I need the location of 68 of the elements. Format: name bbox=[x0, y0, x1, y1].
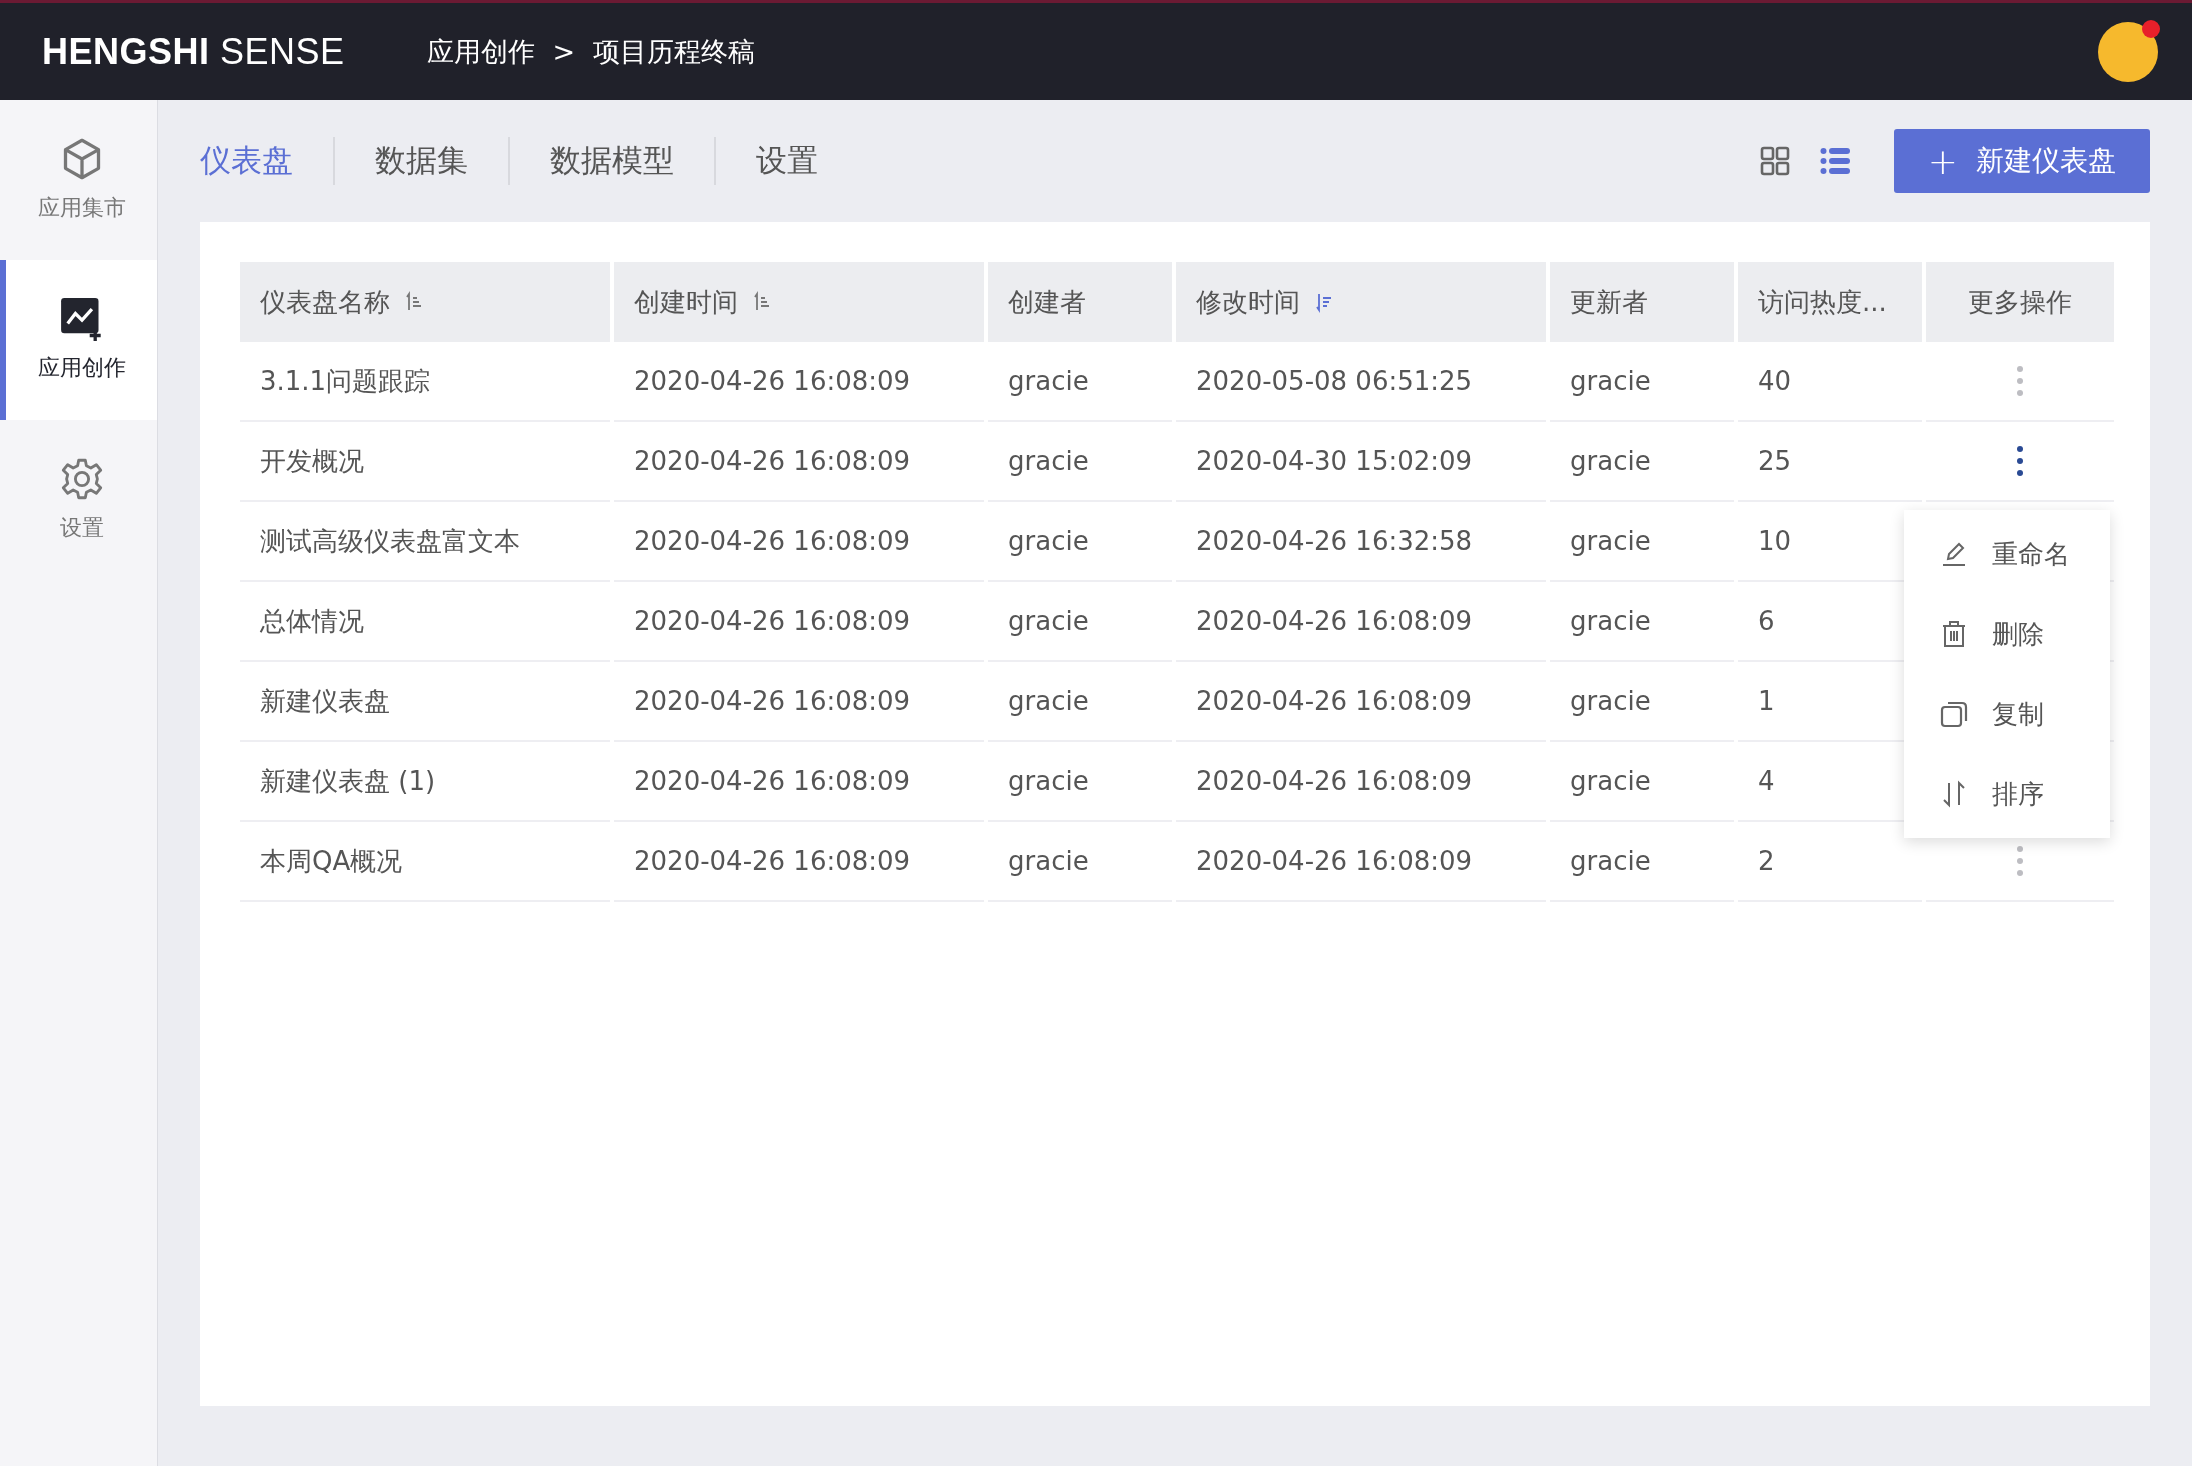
sort-icon[interactable] bbox=[754, 291, 770, 313]
table-cell: 2020-04-26 16:08:09 bbox=[614, 822, 984, 902]
trash-icon bbox=[1940, 620, 1968, 648]
table-cell: gracie bbox=[1550, 742, 1734, 822]
breadcrumb-separator: > bbox=[552, 36, 576, 67]
table-cell: 2020-04-26 16:08:09 bbox=[614, 502, 984, 582]
chart-add-icon bbox=[59, 297, 104, 341]
table-cell: 2020-04-26 16:08:09 bbox=[614, 662, 984, 742]
table-cell: gracie bbox=[1550, 582, 1734, 662]
pencil-icon bbox=[1940, 540, 1968, 568]
table-cell: gracie bbox=[988, 822, 1172, 902]
column-header: 创建者 bbox=[988, 262, 1172, 342]
column-header: 更新者 bbox=[1550, 262, 1734, 342]
table-cell: 3.1.1问题跟踪 bbox=[240, 342, 610, 422]
column-header: 访问热度... bbox=[1738, 262, 1922, 342]
table-cell: 开发概况 bbox=[240, 422, 610, 502]
table-cell: gracie bbox=[988, 582, 1172, 662]
table-cell: gracie bbox=[1550, 822, 1734, 902]
table-cell: 本周QA概况 bbox=[240, 822, 610, 902]
table-cell: 2020-04-26 16:08:09 bbox=[614, 742, 984, 822]
table-cell: 2020-05-08 06:51:25 bbox=[1176, 342, 1546, 422]
table-cell: gracie bbox=[988, 422, 1172, 502]
sort-icon[interactable] bbox=[406, 291, 422, 313]
sidebar-item[interactable]: 应用集市 bbox=[0, 100, 157, 260]
breadcrumb-item[interactable]: 项目历程终稿 bbox=[593, 33, 756, 70]
list-view-icon[interactable] bbox=[1819, 146, 1850, 176]
table-cell: 总体情况 bbox=[240, 582, 610, 662]
new-dashboard-button[interactable]: + 新建仪表盘 bbox=[1893, 129, 2150, 193]
table-cell: 2020-04-26 16:08:09 bbox=[1176, 742, 1546, 822]
sidebar-item[interactable]: 应用创作 bbox=[0, 260, 157, 420]
table-cell: gracie bbox=[988, 662, 1172, 742]
table-cell: gracie bbox=[1550, 342, 1734, 422]
copy-icon bbox=[1940, 700, 1968, 728]
column-header: 更多操作 bbox=[1926, 262, 2114, 342]
avatar-icon[interactable] bbox=[2098, 21, 2158, 82]
table-cell: 2020-04-26 16:32:58 bbox=[1176, 502, 1546, 582]
tab[interactable]: 数据集 bbox=[335, 140, 508, 182]
table-cell: gracie bbox=[1550, 422, 1734, 502]
table-cell: gracie bbox=[1550, 502, 1734, 582]
table-cell: 新建仪表盘 bbox=[240, 662, 610, 742]
column-header[interactable]: 修改时间 bbox=[1176, 262, 1546, 342]
column-header[interactable]: 仪表盘名称 bbox=[240, 262, 610, 342]
table-cell: 2020-04-26 16:08:09 bbox=[614, 582, 984, 662]
more-icon[interactable] bbox=[2016, 444, 2024, 478]
table-cell: gracie bbox=[988, 502, 1172, 582]
table-cell: 2020-04-26 16:08:09 bbox=[614, 342, 984, 422]
table-cell: gracie bbox=[988, 742, 1172, 822]
grid-view-icon[interactable] bbox=[1759, 146, 1790, 176]
sidebar-item[interactable]: 设置 bbox=[0, 420, 157, 580]
table-cell: 测试高级仪表盘富文本 bbox=[240, 502, 610, 582]
table-cell: 新建仪表盘 (1) bbox=[240, 742, 610, 822]
tab[interactable]: 设置 bbox=[716, 140, 858, 182]
brand-logo: HENGSHI SENSE bbox=[42, 30, 345, 73]
tab[interactable]: 仪表盘 bbox=[200, 140, 333, 182]
tab[interactable]: 数据模型 bbox=[510, 140, 714, 182]
table-cell: 2020-04-26 16:08:09 bbox=[614, 422, 984, 502]
table-cell: 2020-04-30 15:02:09 bbox=[1176, 422, 1546, 502]
breadcrumb-item[interactable]: 应用创作 bbox=[426, 33, 535, 70]
table-cell: 25 bbox=[1738, 422, 1922, 502]
sort-icon[interactable] bbox=[1316, 291, 1332, 313]
table-cell: 40 bbox=[1738, 342, 1922, 422]
table-cell: 2020-04-26 16:08:09 bbox=[1176, 822, 1546, 902]
table-cell: gracie bbox=[1550, 662, 1734, 742]
settings-icon bbox=[59, 457, 104, 501]
table-cell: 2020-04-26 16:08:09 bbox=[1176, 582, 1546, 662]
column-header[interactable]: 创建时间 bbox=[614, 262, 984, 342]
table-cell: 2020-04-26 16:08:09 bbox=[1176, 662, 1546, 742]
table-cell: gracie bbox=[988, 342, 1172, 422]
